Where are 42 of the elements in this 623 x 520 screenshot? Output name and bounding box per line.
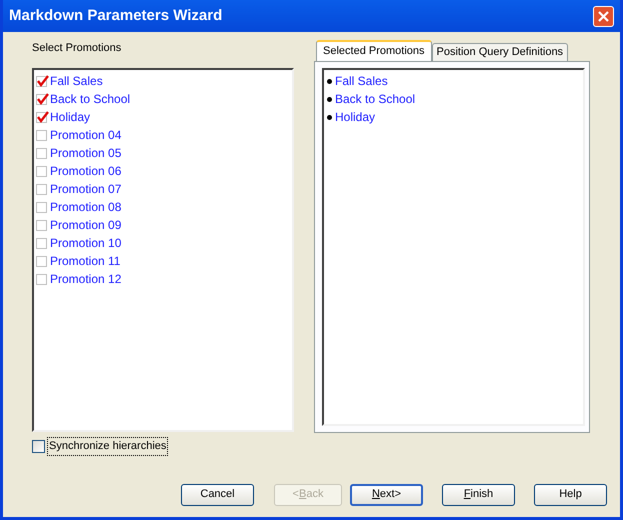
tab[interactable]: Position Query Definitions [432, 43, 568, 61]
checkbox-label[interactable]: Synchronize hierarchies [47, 437, 168, 456]
bullet-icon [327, 78, 332, 84]
checkbox[interactable] [32, 440, 45, 453]
promotion-item[interactable]: Promotion 07 [36, 180, 122, 198]
close-icon [598, 10, 609, 22]
checkbox[interactable] [36, 76, 47, 86]
window-title: Markdown Parameters Wizard [9, 6, 222, 26]
close-button[interactable] [593, 6, 614, 26]
promotion-item[interactable]: Promotion 08 [36, 198, 122, 216]
dialog-button[interactable]: Finish [442, 484, 515, 506]
tab[interactable]: Selected Promotions [316, 40, 432, 61]
checkbox[interactable] [36, 184, 47, 194]
promotion-item[interactable]: Promotion 12 [36, 270, 122, 288]
checkbox[interactable] [36, 220, 47, 230]
bullet-icon [327, 114, 332, 120]
promotion-item[interactable]: Fall Sales [36, 72, 103, 90]
promotion-item[interactable]: Promotion 11 [36, 252, 120, 270]
promotion-item[interactable]: Promotion 06 [36, 162, 122, 180]
checkbox[interactable] [36, 94, 47, 104]
promotion-item[interactable]: Holiday [36, 108, 90, 126]
selected-item: Fall Sales [335, 73, 388, 90]
selected-item: Holiday [335, 109, 376, 126]
selected-item: Back to School [335, 91, 416, 108]
dialog-button[interactable]: Next> [350, 484, 423, 506]
checkbox[interactable] [36, 130, 47, 140]
checkbox[interactable] [36, 274, 47, 284]
checkbox[interactable] [36, 256, 47, 266]
promotion-item[interactable]: Promotion 09 [36, 216, 122, 234]
bullet-icon [327, 96, 332, 102]
checkbox[interactable] [36, 166, 47, 176]
checkbox[interactable] [36, 148, 47, 158]
checkbox[interactable] [36, 238, 47, 248]
checkbox[interactable] [36, 112, 47, 122]
promotion-item[interactable]: Promotion 05 [36, 144, 122, 162]
promotion-item[interactable]: Back to School [36, 90, 130, 108]
checkbox[interactable] [36, 202, 47, 212]
dialog-button[interactable]: Help [534, 484, 607, 506]
section-label: Select Promotions [32, 41, 122, 56]
promotion-item[interactable]: Promotion 10 [36, 234, 122, 252]
promotion-item[interactable]: Promotion 04 [36, 126, 122, 144]
dialog-button[interactable]: Cancel [181, 484, 254, 506]
